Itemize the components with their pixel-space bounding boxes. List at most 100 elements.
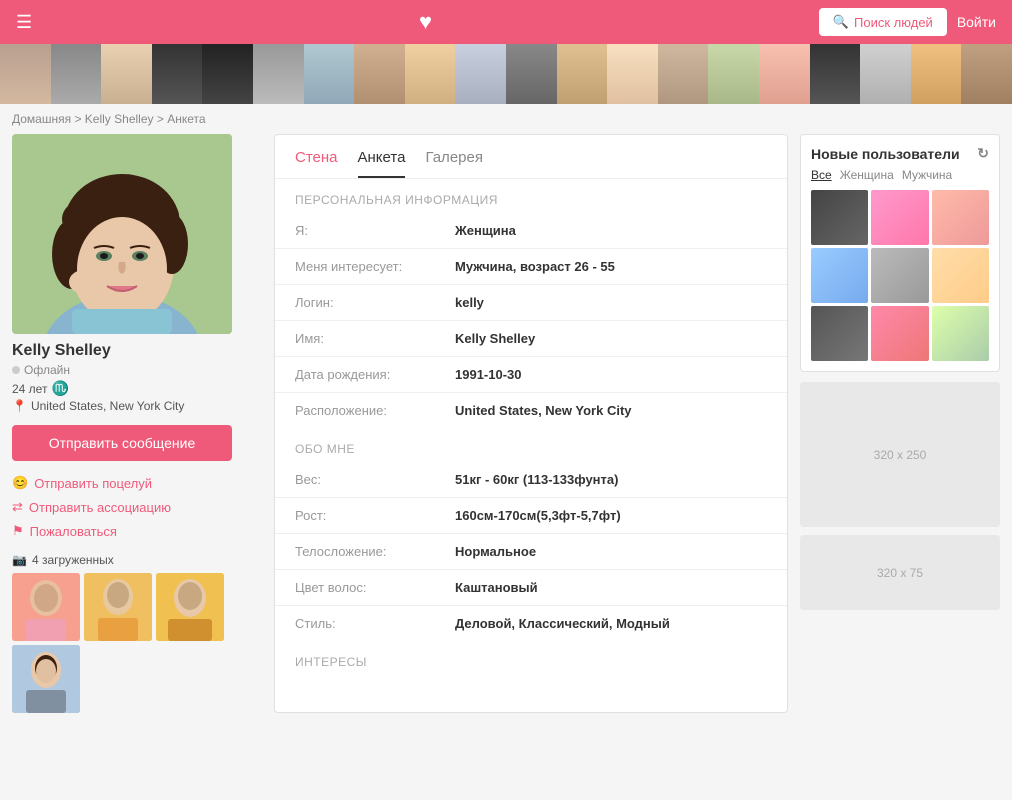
profile-tabs: Стена Анкета Галерея <box>275 135 787 179</box>
profile-photo[interactable] <box>12 134 232 334</box>
tab-wall[interactable]: Стена <box>295 149 338 178</box>
field-label: Расположение: <box>275 393 435 429</box>
table-row: Рост: 160см-170см(5,3фт-5,7фт) <box>275 498 787 534</box>
association-label: Отправить ассоциацию <box>29 500 171 515</box>
field-value: 1991-10-30 <box>435 357 787 393</box>
field-label: Цвет волос: <box>275 570 435 606</box>
refresh-icon[interactable]: ↻ <box>977 145 989 162</box>
user-thumb-1[interactable] <box>811 190 868 245</box>
field-label: Имя: <box>275 321 435 357</box>
strip-photo-16[interactable] <box>759 44 810 104</box>
search-icon: 🔍 <box>833 14 849 30</box>
heart-logo: ♥ <box>419 9 432 35</box>
filter-all[interactable]: Все <box>811 168 832 182</box>
profile-location: 📍 United States, New York City <box>12 399 262 413</box>
strip-photo-9[interactable] <box>405 44 456 104</box>
field-value: Каштановый <box>435 570 787 606</box>
location-text: United States, New York City <box>31 399 184 413</box>
strip-photo-1[interactable] <box>0 44 51 104</box>
user-thumb-8[interactable] <box>871 306 928 361</box>
strip-photo-3[interactable] <box>101 44 152 104</box>
strip-photo-19[interactable] <box>911 44 962 104</box>
personal-info-table: Я: Женщина Меня интересует: Мужчина, воз… <box>275 213 787 428</box>
field-value: 160см-170см(5,3фт-5,7фт) <box>435 498 787 534</box>
tab-gallery[interactable]: Галерея <box>425 149 483 178</box>
new-users-title: Новые пользователи ↻ <box>811 145 989 162</box>
main-layout: Kelly Shelley Офлайн 24 лет ♏ 📍 United S… <box>0 134 1012 733</box>
status-text: Офлайн <box>24 363 70 377</box>
tab-profile[interactable]: Анкета <box>358 149 406 178</box>
message-button[interactable]: Отправить сообщение <box>12 425 232 461</box>
user-thumb-7[interactable] <box>811 306 868 361</box>
strip-photo-17[interactable] <box>810 44 861 104</box>
profile-name: Kelly Shelley <box>12 342 262 360</box>
field-value: Нормальное <box>435 534 787 570</box>
new-users-box: Новые пользователи ↻ Все Женщина Мужчина <box>800 134 1000 372</box>
report-label: Пожаловаться <box>30 524 117 539</box>
search-button[interactable]: 🔍 Поиск людей <box>819 8 947 36</box>
strip-photo-10[interactable] <box>455 44 506 104</box>
table-row: Дата рождения: 1991-10-30 <box>275 357 787 393</box>
status-indicator <box>12 366 20 374</box>
table-row: Имя: Kelly Shelley <box>275 321 787 357</box>
action-links: 😊 Отправить поцелуй ⇄ Отправить ассоциац… <box>12 475 262 539</box>
report-link[interactable]: ⚑ Пожаловаться <box>12 523 262 539</box>
uploaded-section: 📷 4 загруженных <box>12 553 262 713</box>
thumb-4[interactable] <box>12 645 80 713</box>
ad-large-label: 320 x 250 <box>874 448 927 462</box>
table-row: Расположение: United States, New York Ci… <box>275 393 787 429</box>
strip-photo-6[interactable] <box>253 44 304 104</box>
field-value: 51кг - 60кг (113-133фунта) <box>435 462 787 498</box>
strip-photo-4[interactable] <box>152 44 203 104</box>
thumb-3[interactable] <box>156 573 224 641</box>
strip-photo-13[interactable] <box>607 44 658 104</box>
kiss-link[interactable]: 😊 Отправить поцелуй <box>12 475 262 491</box>
strip-photo-7[interactable] <box>304 44 355 104</box>
field-label: Дата рождения: <box>275 357 435 393</box>
table-row: Стиль: Деловой, Классический, Модный <box>275 606 787 642</box>
strip-photo-20[interactable] <box>961 44 1012 104</box>
strip-photo-18[interactable] <box>860 44 911 104</box>
right-column: Новые пользователи ↻ Все Женщина Мужчина <box>800 134 1000 713</box>
strip-photo-15[interactable] <box>708 44 759 104</box>
camera-icon: 📷 <box>12 553 27 567</box>
strip-photo-12[interactable] <box>557 44 608 104</box>
login-button[interactable]: Войти <box>957 14 996 30</box>
strip-photo-11[interactable] <box>506 44 557 104</box>
ad-small-label: 320 x 75 <box>877 566 923 580</box>
strip-photo-14[interactable] <box>658 44 709 104</box>
association-link[interactable]: ⇄ Отправить ассоциацию <box>12 499 262 515</box>
table-row: Я: Женщина <box>275 213 787 249</box>
field-value: Женщина <box>435 213 787 249</box>
menu-icon[interactable]: ☰ <box>16 12 32 33</box>
thumb-1[interactable] <box>12 573 80 641</box>
user-thumb-2[interactable] <box>871 190 928 245</box>
breadcrumb-home[interactable]: Домашняя <box>12 112 71 126</box>
user-thumb-9[interactable] <box>932 306 989 361</box>
association-icon: ⇄ <box>12 499 23 515</box>
user-thumb-4[interactable] <box>811 248 868 303</box>
strip-photo-8[interactable] <box>354 44 405 104</box>
breadcrumb-user[interactable]: Kelly Shelley <box>85 112 154 126</box>
table-row: Вес: 51кг - 60кг (113-133фунта) <box>275 462 787 498</box>
filter-female[interactable]: Женщина <box>840 168 894 182</box>
thumb-2[interactable] <box>84 573 152 641</box>
about-me-table: Вес: 51кг - 60кг (113-133фунта) Рост: 16… <box>275 462 787 641</box>
user-thumb-3[interactable] <box>932 190 989 245</box>
kiss-label: Отправить поцелуй <box>34 476 152 491</box>
location-icon: 📍 <box>12 399 27 413</box>
profile-status: Офлайн <box>12 363 262 377</box>
new-users-filter: Все Женщина Мужчина <box>811 168 989 182</box>
field-label: Я: <box>275 213 435 249</box>
field-label: Вес: <box>275 462 435 498</box>
table-row: Меня интересует: Мужчина, возраст 26 - 5… <box>275 249 787 285</box>
about-me-title: ОБО МНЕ <box>275 428 787 462</box>
breadcrumb-sep2: > <box>157 112 167 126</box>
search-label: Поиск людей <box>854 15 933 30</box>
center-column: Стена Анкета Галерея ПЕРСОНАЛЬНАЯ ИНФОРМ… <box>274 134 788 713</box>
strip-photo-5[interactable] <box>202 44 253 104</box>
strip-photo-2[interactable] <box>51 44 102 104</box>
user-thumb-5[interactable] <box>871 248 928 303</box>
user-thumb-6[interactable] <box>932 248 989 303</box>
filter-male[interactable]: Мужчина <box>902 168 952 182</box>
